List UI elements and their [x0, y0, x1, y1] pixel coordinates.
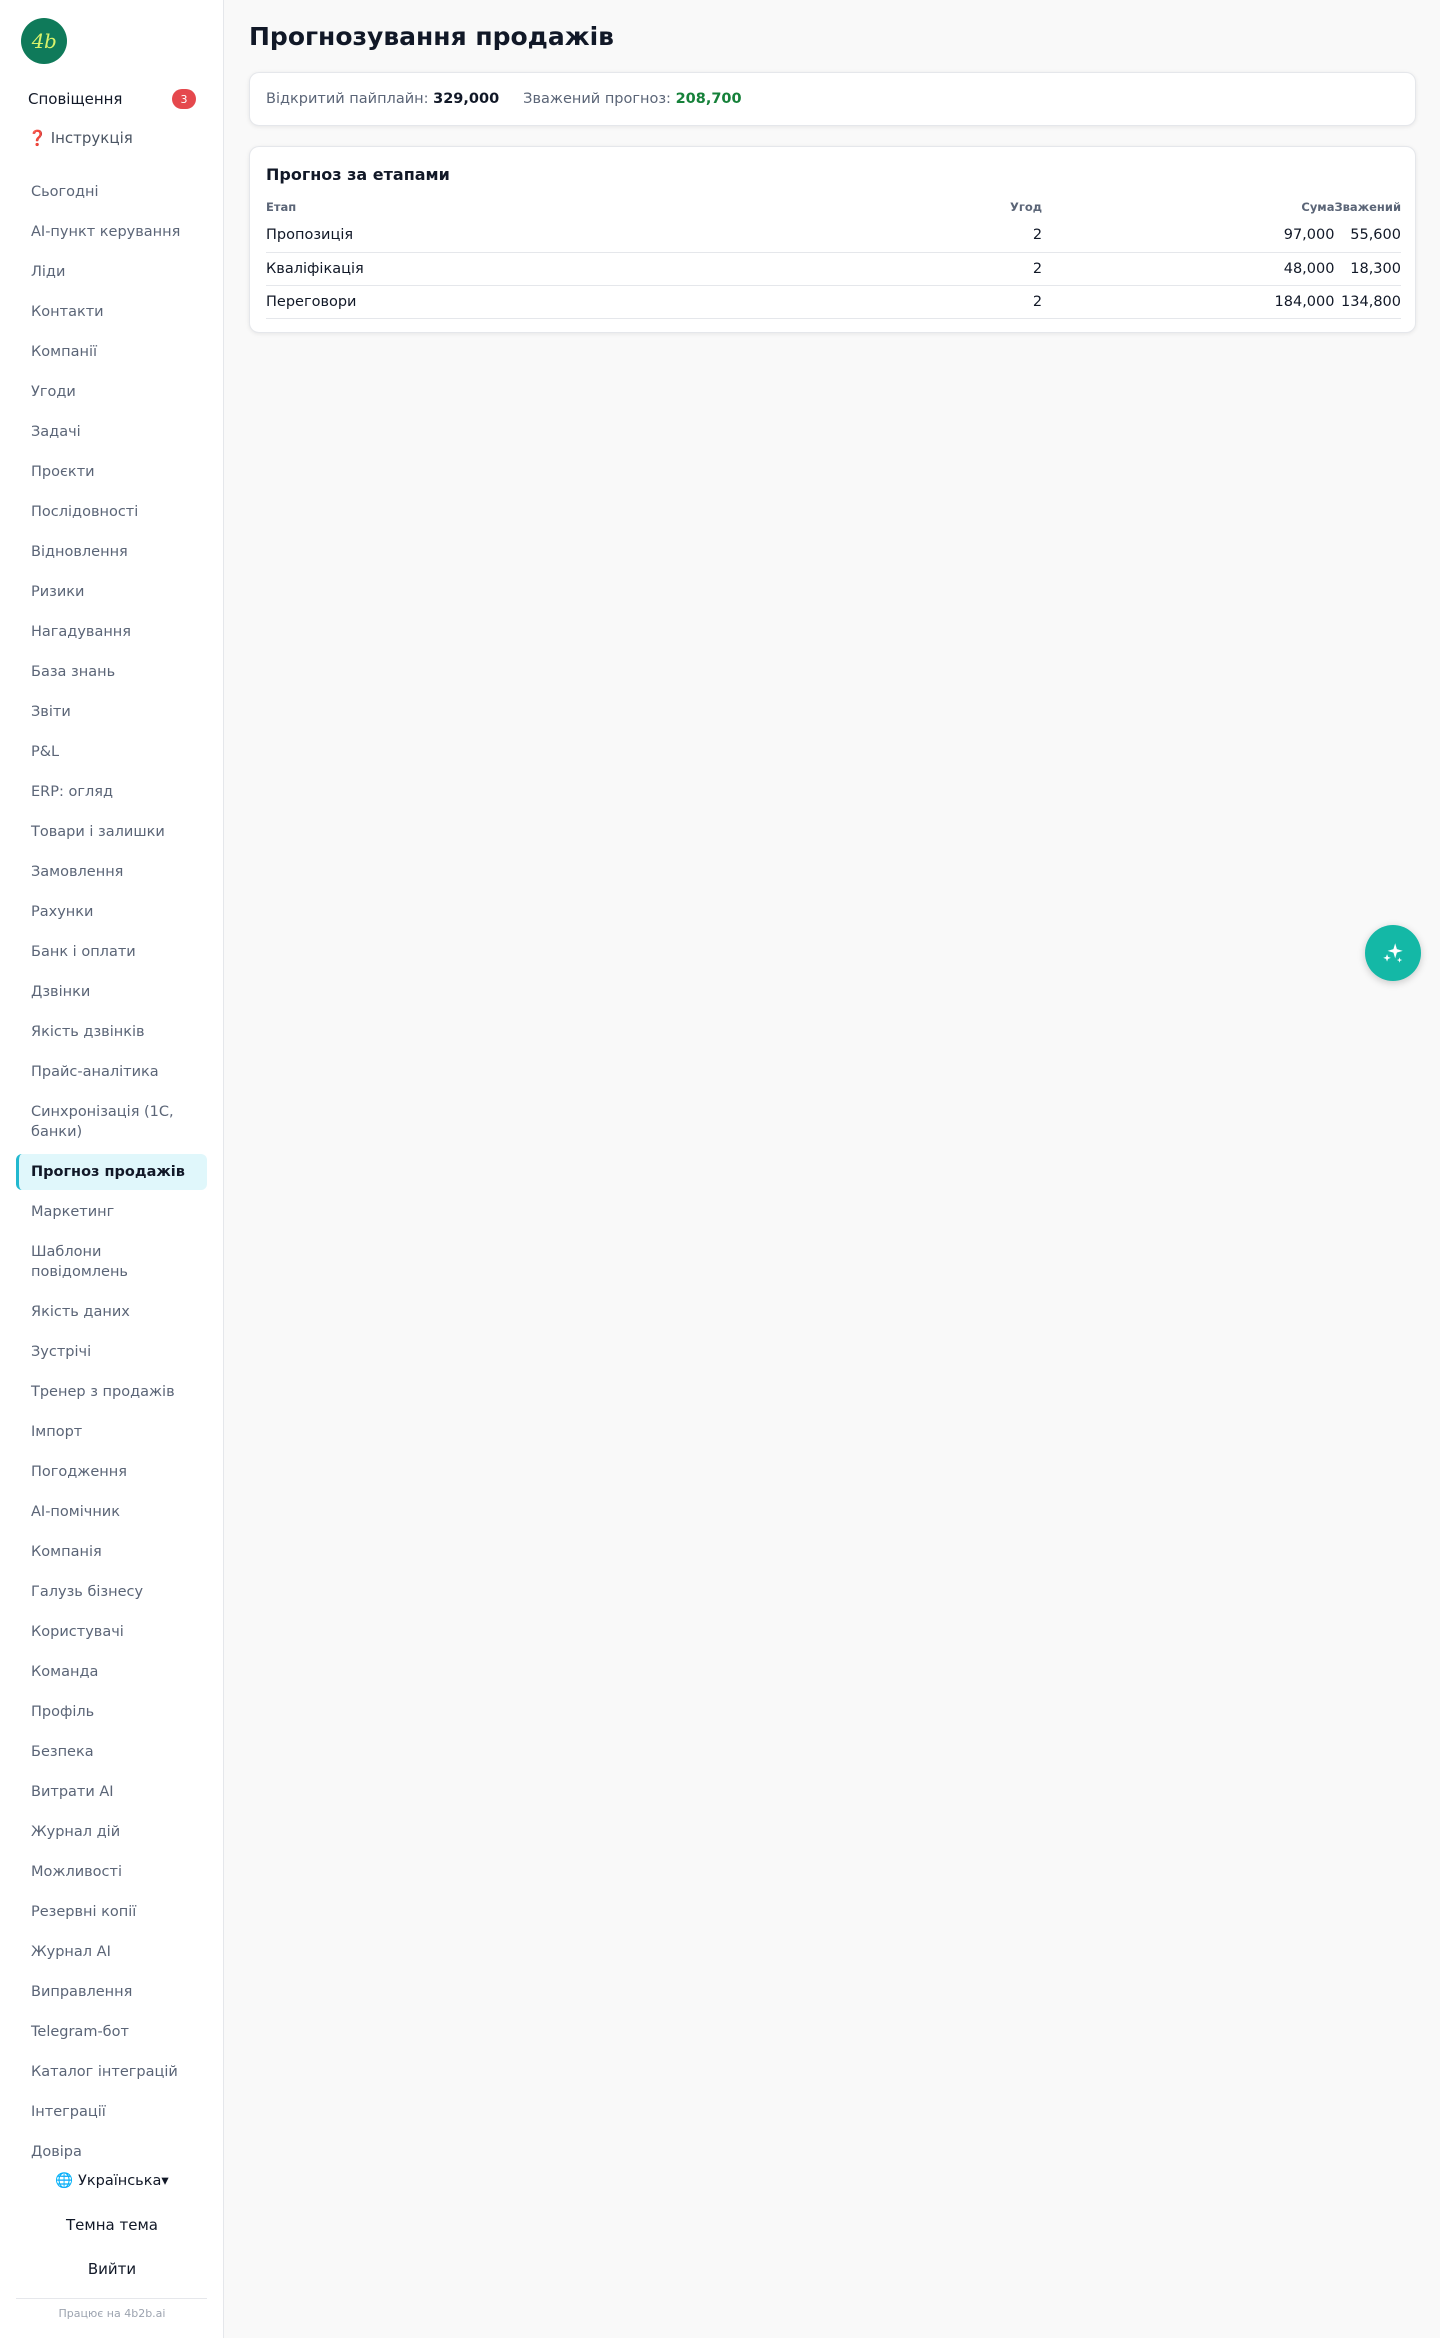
sidebar-item-12[interactable]: Нагадування [16, 612, 207, 652]
table-row: Переговори 2 184,000 134,800 [266, 285, 1401, 319]
sidebar-nav: Сьогодні AI-пункт керування Ліди Контакти Ко… [16, 172, 207, 2172]
sidebar-item-15[interactable]: P&L [16, 732, 207, 772]
sidebar-item-5[interactable]: Компанії [16, 332, 207, 372]
sidebar-item-38[interactable]: Профіль [16, 1692, 207, 1732]
stage-forecast-title: Прогноз за етапами [266, 165, 450, 184]
sidebar-item-35[interactable]: Галузь бізнесу [16, 1572, 207, 1612]
sidebar-item-23[interactable]: Прайс-аналітика [16, 1052, 207, 1092]
stage-forecast-card: Прогноз за етапами Етап Угод Сума Зважен… [249, 146, 1416, 333]
sidebar-item-20[interactable]: Банк і оплати [16, 932, 207, 972]
open-pipeline: Відкритий пайплайн: 329,000 [266, 91, 499, 107]
sidebar-item-8[interactable]: Проєкти [16, 452, 207, 492]
cell-deals: 2 [799, 219, 1043, 253]
notifications-label: Сповіщення [28, 90, 123, 108]
instruction-link[interactable]: ❓ Інструкція [28, 129, 133, 147]
sidebar-item-22[interactable]: Якість дзвінків [16, 1012, 207, 1052]
sidebar-item-34[interactable]: Компанія [16, 1532, 207, 1572]
sidebar-item-1[interactable]: Сьогодні [16, 172, 207, 212]
cell-stage: Переговори [266, 285, 800, 319]
sidebar-item-42[interactable]: Можливості [16, 1852, 207, 1892]
powered-by: Працює на 4b2b.ai [58, 2307, 166, 2320]
logo[interactable]: 4b [21, 18, 67, 64]
sidebar-item-31[interactable]: Імпорт [16, 1412, 207, 1452]
logo-text: 4b [31, 29, 57, 53]
pipeline-summary: Відкритий пайплайн: 329,000 Зважений про… [249, 72, 1416, 126]
sidebar-item-18[interactable]: Замовлення [16, 852, 207, 892]
sidebar-item-46[interactable]: Telegram-бот [16, 2012, 207, 2052]
sidebar-item-3[interactable]: Ліди [16, 252, 207, 292]
sidebar-divider [16, 2298, 207, 2299]
stage-forecast-table: Етап Угод Сума Зважений Пропозиція 2 97,00… [266, 195, 1401, 319]
sidebar-item-13[interactable]: База знань [16, 652, 207, 692]
sidebar-item-24[interactable]: Синхронізація (1С, банки) [16, 1092, 207, 1152]
cell-amount: 48,000 [1042, 252, 1335, 286]
sidebar-item-30[interactable]: Тренер з продажів [16, 1372, 207, 1412]
sidebar-item-25[interactable]: Прогноз продажів [16, 1154, 207, 1190]
sidebar-item-33[interactable]: AI-помічник [16, 1492, 207, 1532]
cell-stage: Кваліфікація [266, 252, 800, 286]
sidebar-item-45[interactable]: Виправлення [16, 1972, 207, 2012]
question-icon: ❓ [28, 129, 47, 147]
sidebar-item-43[interactable]: Резервні копії [16, 1892, 207, 1932]
table-header-row: Етап Угод Сума Зважений [266, 195, 1401, 219]
open-pipeline-value: 329,000 [433, 91, 500, 107]
sidebar-item-9[interactable]: Послідовності [16, 492, 207, 532]
cell-deals: 2 [799, 285, 1043, 319]
column-header-amount: Сума [1301, 200, 1335, 214]
sidebar-item-36[interactable]: Користувачі [16, 1612, 207, 1652]
notifications-count-badge: 3 [172, 89, 196, 109]
sidebar-item-37[interactable]: Команда [16, 1652, 207, 1692]
weighted-forecast: Зважений прогноз: 208,700 [523, 91, 741, 107]
theme-toggle-button[interactable]: Темна тема [0, 2216, 224, 2234]
cell-amount: 184,000 [1042, 285, 1335, 319]
weighted-forecast-label: Зважений прогноз: [523, 91, 671, 107]
sidebar-item-32[interactable]: Погодження [16, 1452, 207, 1492]
sidebar-item-29[interactable]: Зустрічі [16, 1332, 207, 1372]
open-pipeline-label: Відкритий пайплайн: [266, 91, 429, 107]
sidebar-item-6[interactable]: Угоди [16, 372, 207, 412]
column-header-stage: Етап [266, 200, 297, 214]
sidebar-item-40[interactable]: Витрати AI [16, 1772, 207, 1812]
table-row: Пропозиція 2 97,000 55,600 [266, 219, 1401, 253]
column-header-deals: Угод [1010, 200, 1043, 214]
sidebar: 4b Сповіщення 3 ❓ Інструкція Сьогодні AI-… [0, 0, 224, 2338]
cell-weighted: 18,300 [1334, 252, 1401, 286]
sidebar-item-26[interactable]: Маркетинг [16, 1192, 207, 1232]
table-row: Кваліфікація 2 48,000 18,300 [266, 252, 1401, 286]
sidebar-item-19[interactable]: Рахунки [16, 892, 207, 932]
sidebar-item-17[interactable]: Товари і залишки [16, 812, 207, 852]
notifications-link[interactable]: Сповіщення 3 [28, 88, 196, 110]
column-header-weighted: Зважений [1334, 200, 1401, 214]
sidebar-item-7[interactable]: Задачі [16, 412, 207, 452]
sidebar-item-49[interactable]: Довіра [16, 2132, 207, 2172]
cell-weighted: 134,800 [1334, 285, 1401, 319]
sidebar-item-27[interactable]: Шаблони повідомлень [16, 1232, 207, 1292]
sparkles-icon [1383, 943, 1403, 963]
logout-button[interactable]: Вийти [0, 2260, 224, 2278]
globe-icon: 🌐 [55, 2173, 74, 2189]
instruction-label: Інструкція [50, 129, 133, 147]
cell-amount: 97,000 [1042, 219, 1335, 253]
sidebar-item-28[interactable]: Якість даних [16, 1292, 207, 1332]
sidebar-item-48[interactable]: Інтеграції [16, 2092, 207, 2132]
language-label: Українська▾ [78, 2173, 169, 2189]
sidebar-item-4[interactable]: Контакти [16, 292, 207, 332]
cell-deals: 2 [799, 252, 1043, 286]
page-title: Прогнозування продажів [249, 22, 614, 51]
weighted-forecast-value: 208,700 [675, 91, 742, 107]
sidebar-item-16[interactable]: ERP: огляд [16, 772, 207, 812]
language-select[interactable]: 🌐 Українська▾ [0, 2172, 224, 2189]
sidebar-item-39[interactable]: Безпека [16, 1732, 207, 1772]
sidebar-item-44[interactable]: Журнал AI [16, 1932, 207, 1972]
sidebar-item-41[interactable]: Журнал дій [16, 1812, 207, 1852]
ai-assistant-button[interactable] [1365, 925, 1421, 981]
sidebar-item-47[interactable]: Каталог інтеграцій [16, 2052, 207, 2092]
sidebar-item-2[interactable]: AI-пункт керування [16, 212, 207, 252]
cell-weighted: 55,600 [1334, 219, 1401, 253]
cell-stage: Пропозиція [266, 219, 800, 253]
sidebar-item-21[interactable]: Дзвінки [16, 972, 207, 1012]
sidebar-item-11[interactable]: Ризики [16, 572, 207, 612]
sidebar-item-10[interactable]: Відновлення [16, 532, 207, 572]
sidebar-item-14[interactable]: Звіти [16, 692, 207, 732]
